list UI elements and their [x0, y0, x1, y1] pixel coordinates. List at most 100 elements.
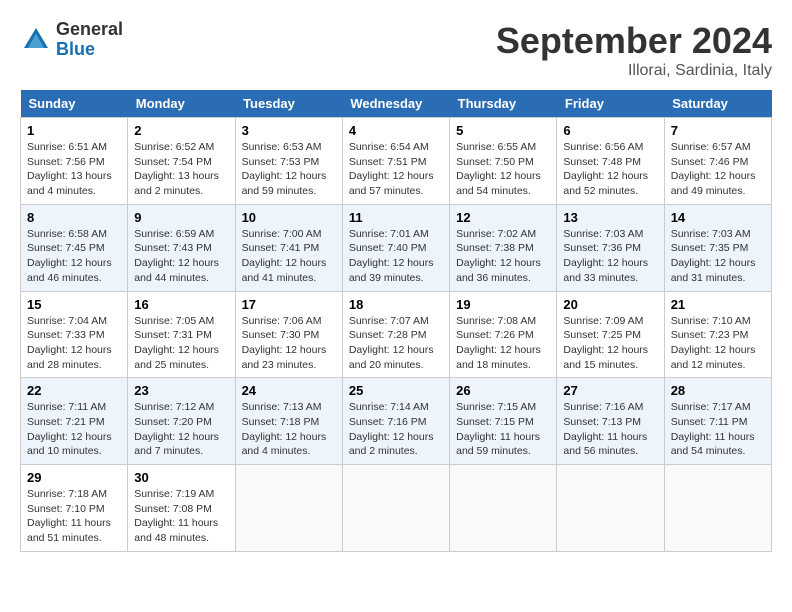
calendar-cell [342, 465, 449, 552]
page-header: General Blue September 2024 Illorai, Sar… [20, 20, 772, 80]
day-number: 20 [563, 297, 657, 312]
calendar-cell: 6 Sunrise: 6:56 AMSunset: 7:48 PMDaylight… [557, 118, 664, 205]
calendar-cell: 28 Sunrise: 7:17 AMSunset: 7:11 PMDayligh… [664, 378, 771, 465]
calendar-cell: 16 Sunrise: 7:05 AMSunset: 7:31 PMDayligh… [128, 291, 235, 378]
day-number: 10 [242, 210, 336, 225]
header-tuesday: Tuesday [235, 90, 342, 118]
day-number: 4 [349, 123, 443, 138]
cell-info: Sunrise: 7:12 AMSunset: 7:20 PMDaylight:… [134, 401, 219, 457]
logo-text: General Blue [56, 20, 123, 60]
day-number: 26 [456, 383, 550, 398]
header-friday: Friday [557, 90, 664, 118]
cell-info: Sunrise: 7:14 AMSunset: 7:16 PMDaylight:… [349, 401, 434, 457]
calendar-cell: 29 Sunrise: 7:18 AMSunset: 7:10 PMDayligh… [21, 465, 128, 552]
day-number: 21 [671, 297, 765, 312]
day-number: 7 [671, 123, 765, 138]
day-number: 12 [456, 210, 550, 225]
day-number: 29 [27, 470, 121, 485]
cell-info: Sunrise: 7:17 AMSunset: 7:11 PMDaylight:… [671, 401, 755, 457]
title-section: September 2024 Illorai, Sardinia, Italy [496, 20, 772, 80]
calendar-cell: 25Sunrise: 7:14 AMSunset: 7:16 PMDayligh… [342, 378, 449, 465]
day-number: 6 [563, 123, 657, 138]
cell-info: Sunrise: 7:18 AMSunset: 7:10 PMDaylight:… [27, 488, 111, 544]
day-number: 3 [242, 123, 336, 138]
cell-info: Sunrise: 7:04 AMSunset: 7:33 PMDaylight:… [27, 315, 112, 371]
calendar-cell [557, 465, 664, 552]
calendar-cell: 5 Sunrise: 6:55 AMSunset: 7:50 PMDaylight… [450, 118, 557, 205]
calendar-week-row: 29 Sunrise: 7:18 AMSunset: 7:10 PMDayligh… [21, 465, 772, 552]
cell-info: Sunrise: 6:57 AMSunset: 7:46 PMDaylight:… [671, 141, 756, 197]
day-number: 1 [27, 123, 121, 138]
calendar-cell: 23 Sunrise: 7:12 AMSunset: 7:20 PMDayligh… [128, 378, 235, 465]
calendar-cell [664, 465, 771, 552]
calendar-week-row: 15Sunrise: 7:04 AMSunset: 7:33 PMDayligh… [21, 291, 772, 378]
logo: General Blue [20, 20, 123, 60]
calendar-cell: 10 Sunrise: 7:00 AMSunset: 7:41 PMDayligh… [235, 204, 342, 291]
day-number: 13 [563, 210, 657, 225]
month-title: September 2024 [496, 20, 772, 62]
calendar-cell: 26Sunrise: 7:15 AMSunset: 7:15 PMDayligh… [450, 378, 557, 465]
calendar-cell [235, 465, 342, 552]
calendar-cell: 20 Sunrise: 7:09 AMSunset: 7:25 PMDayligh… [557, 291, 664, 378]
cell-info: Sunrise: 6:58 AMSunset: 7:45 PMDaylight:… [27, 228, 112, 284]
calendar-cell: 27Sunrise: 7:16 AMSunset: 7:13 PMDayligh… [557, 378, 664, 465]
day-number: 11 [349, 210, 443, 225]
header-thursday: Thursday [450, 90, 557, 118]
day-number: 5 [456, 123, 550, 138]
header-sunday: Sunday [21, 90, 128, 118]
calendar-cell: 19 Sunrise: 7:08 AMSunset: 7:26 PMDayligh… [450, 291, 557, 378]
cell-info: Sunrise: 6:52 AMSunset: 7:54 PMDaylight:… [134, 141, 219, 197]
day-number: 9 [134, 210, 228, 225]
cell-info: Sunrise: 7:19 AMSunset: 7:08 PMDaylight:… [134, 488, 218, 544]
day-number: 17 [242, 297, 336, 312]
calendar-cell: 13 Sunrise: 7:03 AMSunset: 7:36 PMDayligh… [557, 204, 664, 291]
cell-info: Sunrise: 6:53 AMSunset: 7:53 PMDaylight:… [242, 141, 327, 197]
day-number: 18 [349, 297, 443, 312]
day-number: 14 [671, 210, 765, 225]
calendar-cell: 2 Sunrise: 6:52 AMSunset: 7:54 PMDaylight… [128, 118, 235, 205]
cell-info: Sunrise: 6:56 AMSunset: 7:48 PMDaylight:… [563, 141, 648, 197]
day-number: 23 [134, 383, 228, 398]
logo-icon [20, 24, 52, 56]
cell-info: Sunrise: 7:07 AMSunset: 7:28 PMDaylight:… [349, 315, 434, 371]
cell-info: Sunrise: 7:08 AMSunset: 7:26 PMDaylight:… [456, 315, 541, 371]
cell-info: Sunrise: 6:55 AMSunset: 7:50 PMDaylight:… [456, 141, 541, 197]
calendar-cell: 30 Sunrise: 7:19 AMSunset: 7:08 PMDayligh… [128, 465, 235, 552]
cell-info: Sunrise: 7:03 AMSunset: 7:36 PMDaylight:… [563, 228, 648, 284]
cell-info: Sunrise: 7:02 AMSunset: 7:38 PMDaylight:… [456, 228, 541, 284]
cell-info: Sunrise: 7:13 AMSunset: 7:18 PMDaylight:… [242, 401, 327, 457]
cell-info: Sunrise: 7:06 AMSunset: 7:30 PMDaylight:… [242, 315, 327, 371]
calendar-cell: 21 Sunrise: 7:10 AMSunset: 7:23 PMDayligh… [664, 291, 771, 378]
calendar-cell: 9Sunrise: 6:59 AMSunset: 7:43 PMDaylight… [128, 204, 235, 291]
day-number: 30 [134, 470, 228, 485]
day-number: 28 [671, 383, 765, 398]
calendar-cell: 8 Sunrise: 6:58 AMSunset: 7:45 PMDaylight… [21, 204, 128, 291]
calendar-cell: 18 Sunrise: 7:07 AMSunset: 7:28 PMDayligh… [342, 291, 449, 378]
day-number: 2 [134, 123, 228, 138]
calendar-cell: 17 Sunrise: 7:06 AMSunset: 7:30 PMDayligh… [235, 291, 342, 378]
day-number: 19 [456, 297, 550, 312]
cell-info: Sunrise: 7:11 AMSunset: 7:21 PMDaylight:… [27, 401, 112, 457]
header-saturday: Saturday [664, 90, 771, 118]
cell-info: Sunrise: 7:16 AMSunset: 7:13 PMDaylight:… [563, 401, 647, 457]
days-header-row: Sunday Monday Tuesday Wednesday Thursday… [21, 90, 772, 118]
calendar-cell: 1 Sunrise: 6:51 AMSunset: 7:56 PMDaylight… [21, 118, 128, 205]
cell-info: Sunrise: 7:03 AMSunset: 7:35 PMDaylight:… [671, 228, 756, 284]
cell-info: Sunrise: 7:00 AMSunset: 7:41 PMDaylight:… [242, 228, 327, 284]
cell-info: Sunrise: 6:51 AMSunset: 7:56 PMDaylight:… [27, 141, 112, 197]
day-number: 24 [242, 383, 336, 398]
calendar-cell: 15Sunrise: 7:04 AMSunset: 7:33 PMDayligh… [21, 291, 128, 378]
calendar-cell: 24 Sunrise: 7:13 AMSunset: 7:18 PMDayligh… [235, 378, 342, 465]
cell-info: Sunrise: 7:09 AMSunset: 7:25 PMDaylight:… [563, 315, 648, 371]
cell-info: Sunrise: 7:01 AMSunset: 7:40 PMDaylight:… [349, 228, 434, 284]
cell-info: Sunrise: 7:10 AMSunset: 7:23 PMDaylight:… [671, 315, 756, 371]
cell-info: Sunrise: 7:05 AMSunset: 7:31 PMDaylight:… [134, 315, 219, 371]
calendar-week-row: 8 Sunrise: 6:58 AMSunset: 7:45 PMDaylight… [21, 204, 772, 291]
day-number: 16 [134, 297, 228, 312]
calendar-cell: 22Sunrise: 7:11 AMSunset: 7:21 PMDayligh… [21, 378, 128, 465]
calendar-cell: 14 Sunrise: 7:03 AMSunset: 7:35 PMDayligh… [664, 204, 771, 291]
location-subtitle: Illorai, Sardinia, Italy [496, 62, 772, 80]
header-wednesday: Wednesday [342, 90, 449, 118]
day-number: 8 [27, 210, 121, 225]
calendar-cell [450, 465, 557, 552]
